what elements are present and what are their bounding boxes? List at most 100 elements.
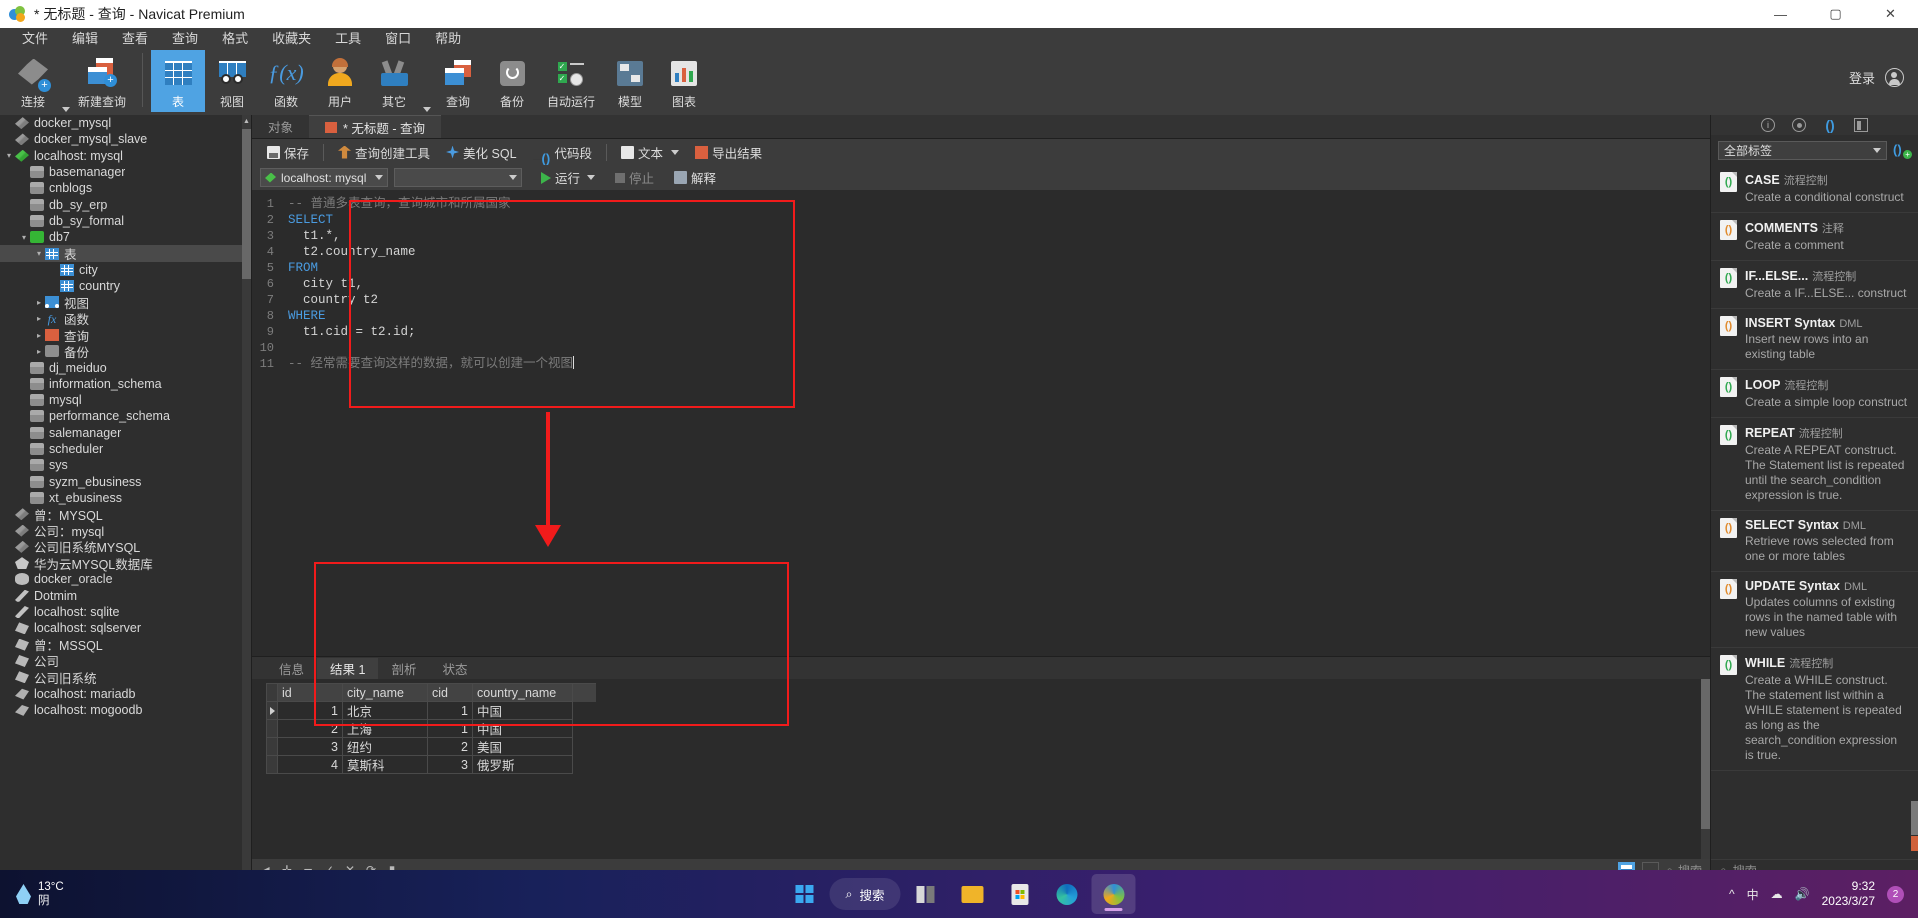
grid-cell[interactable]: 北京 — [343, 702, 428, 720]
results-tab-0[interactable]: 信息 — [266, 658, 317, 679]
tray-expand-icon[interactable]: ^ — [1729, 887, 1735, 901]
menu-item-8[interactable]: 帮助 — [423, 28, 473, 50]
toolbar-button-user[interactable]: 用户 — [313, 50, 367, 112]
tree-node[interactable]: 公司 — [0, 653, 251, 669]
grid-cell[interactable]: 1 — [428, 702, 473, 720]
chevron-down-icon[interactable] — [587, 175, 596, 180]
snippet-icon[interactable]: () — [1823, 117, 1837, 133]
grid-column-header[interactable]: country_name — [473, 684, 573, 702]
grid-row-marker[interactable] — [267, 756, 278, 774]
snippet-scrollbar[interactable] — [1911, 165, 1918, 859]
snippet-item[interactable]: () IF...ELSE... 流程控制 Create a IF...ELSE... … — [1711, 261, 1918, 309]
twisty-collapsed-icon[interactable]: ▸ — [33, 347, 45, 356]
menu-item-1[interactable]: 编辑 — [60, 28, 110, 50]
tree-node[interactable]: db_sy_formal — [0, 213, 251, 229]
database-select[interactable] — [394, 168, 522, 187]
tree-node[interactable]: cnblogs — [0, 180, 251, 196]
query-toolbar-export[interactable]: 导出结果 — [688, 141, 769, 164]
tree-node[interactable]: 曾：MYSQL — [0, 506, 251, 523]
menu-item-3[interactable]: 查询 — [160, 28, 210, 50]
menu-item-7[interactable]: 窗口 — [373, 28, 423, 50]
snippet-item[interactable]: () WHILE 流程控制 Create a WHILE construct. The… — [1711, 648, 1918, 771]
tree-node[interactable]: localhost: sqlserver — [0, 620, 251, 636]
grid-column-header[interactable]: city_name — [343, 684, 428, 702]
editor-tab-0[interactable]: 对象 — [252, 115, 310, 138]
volume-icon[interactable]: 🔊 — [1795, 887, 1810, 901]
login-area[interactable]: 登录 — [1849, 68, 1904, 87]
toolbar-button-automation[interactable]: ✓ ✓ 自动运行 — [539, 50, 603, 112]
onedrive-icon[interactable]: ☁ — [1771, 887, 1783, 901]
account-icon[interactable] — [1885, 68, 1904, 87]
toolbar-button-new-query[interactable]: + 新建查询 — [70, 50, 134, 112]
tree-node[interactable]: 公司：mysql — [0, 522, 251, 539]
editor-tab-1[interactable]: * 无标题 - 查询 — [309, 115, 441, 138]
tree-node[interactable]: performance_schema — [0, 408, 251, 424]
tree-node[interactable]: xt_ebusiness — [0, 490, 251, 506]
results-scrollbar[interactable] — [1701, 679, 1710, 859]
info-icon[interactable]: i — [1761, 118, 1775, 132]
tree-node[interactable]: 公司旧系统 — [0, 669, 251, 686]
results-grid[interactable]: id city_name cid country_name 1 北京 1 中国 2 上海 1 中国 3 纽… — [266, 683, 596, 774]
results-tab-1[interactable]: 结果 1 — [317, 658, 379, 679]
grid-row-marker[interactable] — [267, 738, 278, 756]
toolbar-button-other[interactable]: 其它 — [367, 50, 421, 112]
tree-node[interactable]: localhost: mogoodb — [0, 702, 251, 718]
snippet-scroll-thumb[interactable] — [1911, 801, 1918, 835]
tree-node[interactable]: localhost: sqlite — [0, 604, 251, 620]
grid-cell[interactable]: 4 — [278, 756, 343, 774]
edge-button[interactable] — [1045, 874, 1089, 914]
grid-column-header[interactable]: cid — [428, 684, 473, 702]
tree-scroll-thumb[interactable] — [242, 129, 251, 279]
toolbar-button-table[interactable]: 表 — [151, 50, 206, 112]
tree-node[interactable]: 华为云MYSQL数据库 — [0, 555, 251, 572]
tree-node[interactable]: ▾ 表 — [0, 245, 251, 262]
grid-row[interactable]: 1 北京 1 中国 — [267, 702, 596, 720]
grid-cell[interactable]: 3 — [278, 738, 343, 756]
grid-row-marker[interactable] — [267, 720, 278, 738]
tree-node[interactable]: syzm_ebusiness — [0, 474, 251, 490]
tree-node[interactable]: sys — [0, 457, 251, 473]
query-toolbar-beautify[interactable]: 美化 SQL — [439, 141, 524, 164]
close-button[interactable]: ✕ — [1863, 0, 1918, 28]
tree-node[interactable]: localhost: mariadb — [0, 685, 251, 701]
twisty-expanded-icon[interactable]: ▾ — [18, 233, 30, 242]
toolbar-button-view[interactable]: 视图 — [205, 50, 259, 112]
tree-node[interactable]: basemanager — [0, 164, 251, 180]
grid-row[interactable]: 3 纽约 2 美国 — [267, 738, 596, 756]
tree-node[interactable]: ▸ 视图 — [0, 294, 251, 311]
tree-node[interactable]: ▸ 备份 — [0, 343, 251, 360]
grid-cell[interactable]: 美国 — [473, 738, 573, 756]
ime-icon[interactable]: 中 — [1747, 886, 1759, 903]
chevron-down-icon[interactable] — [62, 107, 70, 112]
tree-node[interactable]: 曾：MSSQL — [0, 637, 251, 653]
grid-cell[interactable]: 上海 — [343, 720, 428, 738]
tree-node[interactable]: Dotmim — [0, 588, 251, 604]
menu-item-0[interactable]: 文件 — [10, 28, 60, 50]
tree-node[interactable]: city — [0, 262, 251, 278]
tree-node[interactable]: docker_mysql_slave — [0, 131, 251, 147]
explain-button[interactable]: 解释 — [667, 166, 723, 189]
snippet-list[interactable]: () CASE 流程控制 Create a conditional construct… — [1711, 165, 1918, 859]
menu-item-4[interactable]: 格式 — [210, 28, 260, 50]
grid-cell[interactable]: 1 — [428, 720, 473, 738]
grid-cell[interactable]: 2 — [428, 738, 473, 756]
menu-item-5[interactable]: 收藏夹 — [260, 28, 323, 50]
toolbar-button-query[interactable]: 查询 — [431, 50, 485, 112]
properties-icon[interactable] — [1792, 118, 1806, 132]
maximize-button[interactable]: ▢ — [1808, 0, 1863, 28]
grid-cell[interactable]: 中国 — [473, 720, 573, 738]
toolbar-button-function[interactable]: ƒ(x) 函数 — [259, 50, 313, 112]
tree-node[interactable]: ▸ fx 函数 — [0, 311, 251, 328]
tree-node[interactable]: mysql — [0, 392, 251, 408]
notification-badge[interactable]: 2 — [1887, 885, 1904, 903]
tree-node[interactable]: db_sy_erp — [0, 196, 251, 212]
snippet-item[interactable]: () UPDATE Syntax DML Updates columns of exi… — [1711, 572, 1918, 648]
grid-row-marker[interactable] — [267, 702, 278, 720]
tree-node[interactable]: 公司旧系统MYSQL — [0, 539, 251, 555]
store-button[interactable] — [998, 874, 1042, 914]
connection-tree[interactable]: docker_mysql docker_mysql_slave ▾ localhost… — [0, 115, 252, 881]
minimize-button[interactable]: — — [1753, 0, 1808, 28]
add-snippet-button[interactable]: () + — [1893, 142, 1912, 159]
query-toolbar-save[interactable]: 保存 — [260, 141, 316, 164]
file-explorer-button[interactable] — [951, 874, 995, 914]
